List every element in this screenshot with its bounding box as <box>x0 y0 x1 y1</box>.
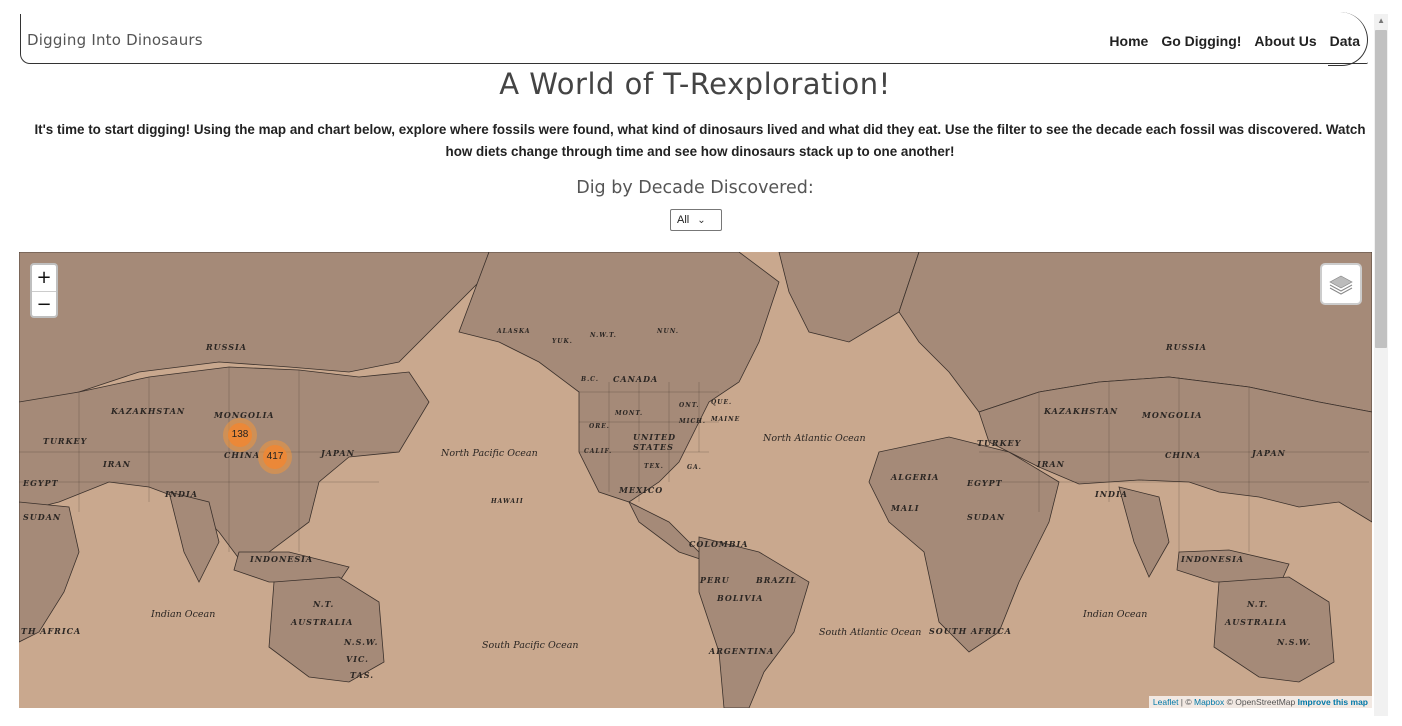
map-label: MAINE <box>711 416 741 423</box>
map-label: INDIA <box>1095 489 1128 499</box>
map-label: TURKEY <box>43 436 88 446</box>
map-label: INDIA <box>165 489 198 499</box>
nav-links: Home Go Digging! About Us Data <box>1109 33 1360 49</box>
map-label: UNITED STATES <box>633 432 677 452</box>
ocean-label: Indian Ocean <box>151 609 216 620</box>
map-label: CHINA <box>1165 450 1202 460</box>
fossil-cluster-marker[interactable]: 417 <box>258 440 292 474</box>
layers-icon <box>1329 275 1353 295</box>
ocean-label: South Atlantic Ocean <box>819 627 922 638</box>
map-label: N.S.W. <box>344 637 379 647</box>
map-label: HAWAII <box>491 498 524 505</box>
cluster-count: 417 <box>263 445 287 469</box>
ocean-label: South Pacific Ocean <box>482 640 579 651</box>
map-label: N.W.T. <box>590 332 617 339</box>
map-label: TEX. <box>644 463 664 470</box>
map-label: CALIF. <box>584 448 613 455</box>
map-attribution: Leaflet | © Mapbox © OpenStreetMap Impro… <box>1148 696 1372 708</box>
map-label: SOUTH AFRICA <box>929 626 1012 636</box>
leaflet-link[interactable]: Leaflet <box>1153 697 1179 707</box>
cluster-count: 138 <box>228 423 252 447</box>
map-label: EGYPT <box>23 478 59 488</box>
map-label: MONT. <box>615 410 644 417</box>
map-label: QUE. <box>711 399 733 406</box>
layers-control-button[interactable] <box>1320 263 1362 305</box>
ocean-label: North Pacific Ocean <box>441 448 538 459</box>
map-basemap <box>19 252 1372 708</box>
map-label: B.C. <box>581 376 599 383</box>
attribution-sep: | © <box>1178 697 1194 707</box>
map-label: MEXICO <box>619 485 664 495</box>
map-label: BRAZIL <box>756 575 797 585</box>
map-label: N.S.W. <box>1277 637 1312 647</box>
map-label: TH AFRICA <box>21 626 82 636</box>
decade-filter-label: Dig by Decade Discovered: <box>576 178 814 198</box>
nav-go-digging[interactable]: Go Digging! <box>1161 33 1241 49</box>
map-label: ALGERIA <box>891 472 940 482</box>
zoom-out-button[interactable]: − <box>32 292 56 318</box>
decade-select-value: All <box>677 214 690 226</box>
map-label: NUN. <box>657 328 679 335</box>
map-label: INDONESIA <box>1181 554 1245 564</box>
map-label: AUSTRALIA <box>1225 617 1288 627</box>
decade-select[interactable]: All ⌄ <box>670 209 722 231</box>
map-label: INDONESIA <box>250 554 314 564</box>
map-label: GA. <box>687 464 702 471</box>
page-title: A World of T-Rexploration! <box>499 67 891 101</box>
fossil-cluster-marker[interactable]: 138 <box>223 418 257 452</box>
map-label: MONGOLIA <box>1142 410 1203 420</box>
improve-map-text: Improve this map <box>1297 697 1368 707</box>
map-label: N.T. <box>313 599 335 609</box>
map-label: JAPAN <box>1252 448 1286 458</box>
map-label: MALI <box>891 503 920 513</box>
mapbox-link[interactable]: Mapbox <box>1194 697 1224 707</box>
map-label: MICH. <box>679 418 706 425</box>
map-label: RUSSIA <box>206 342 247 352</box>
nav-data[interactable]: Data <box>1330 33 1360 49</box>
ocean-label: North Atlantic Ocean <box>763 433 866 444</box>
map-label: SUDAN <box>23 512 62 522</box>
map-label: JAPAN <box>321 448 355 458</box>
map-label: ARGENTINA <box>709 646 775 656</box>
map-label: COLOMBIA <box>689 539 749 549</box>
map-label: KAZAKHSTAN <box>1044 406 1119 416</box>
fossil-map[interactable]: RUSSIA KAZAKHSTAN MONGOLIA TURKEY IRAN C… <box>19 252 1372 708</box>
brand-link[interactable]: Digging Into Dinosaurs <box>27 31 203 49</box>
map-label: EGYPT <box>967 478 1003 488</box>
ocean-label: Indian Ocean <box>1083 609 1148 620</box>
map-label: TURKEY <box>977 438 1022 448</box>
map-label: CANADA <box>613 374 659 384</box>
scroll-up-arrow-icon[interactable]: ▲ <box>1377 16 1385 25</box>
zoom-control: + − <box>30 263 58 318</box>
map-label: ONT. <box>679 402 700 409</box>
map-label: AUSTRALIA <box>291 617 354 627</box>
improve-map-link[interactable]: Improve this map <box>1298 697 1368 707</box>
map-label: ALASKA <box>497 328 531 335</box>
map-label: IRAN <box>1037 459 1065 469</box>
map-label: ORE. <box>589 423 610 430</box>
intro-text: It's time to start digging! Using the ma… <box>34 122 1366 159</box>
map-label: YUK. <box>552 338 573 345</box>
map-label: KAZAKHSTAN <box>111 406 186 416</box>
map-label: SUDAN <box>967 512 1006 522</box>
osm-text: © OpenStreetMap <box>1224 697 1298 707</box>
map-label: RUSSIA <box>1166 342 1207 352</box>
nav-home[interactable]: Home <box>1109 33 1148 49</box>
map-label: IRAN <box>103 459 131 469</box>
chevron-down-icon: ⌄ <box>697 214 706 226</box>
zoom-in-button[interactable]: + <box>32 265 56 291</box>
page: Digging Into Dinosaurs Home Go Digging! … <box>0 0 1402 726</box>
map-label: N.T. <box>1247 599 1269 609</box>
map-label: PERU <box>700 575 730 585</box>
map-label: BOLIVIA <box>717 593 764 603</box>
map-label: VIC. <box>346 654 369 664</box>
map-label: TAS. <box>350 670 374 680</box>
nav-about-us[interactable]: About Us <box>1254 33 1316 49</box>
